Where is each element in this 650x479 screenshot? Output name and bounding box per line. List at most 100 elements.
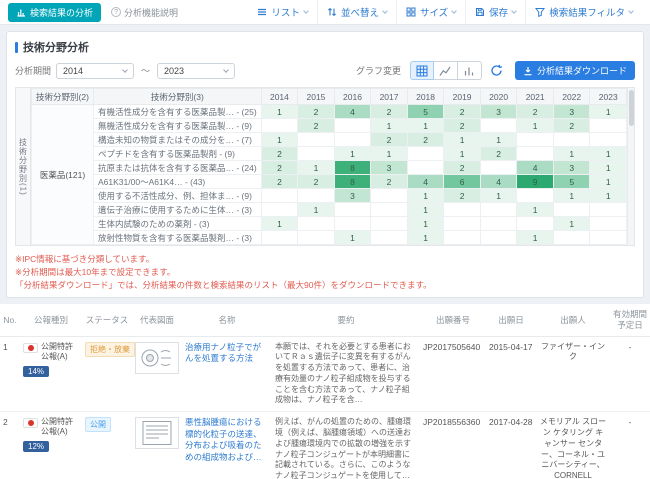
heatmap-scrollbar[interactable]	[627, 88, 634, 245]
heatmap-cell	[517, 147, 554, 161]
chevron-down-icon	[223, 67, 229, 73]
download-results-button[interactable]: 分析結果ダウンロード	[515, 61, 635, 80]
patent-title-link[interactable]: 悪性脳腫瘍における標的化粒子の送達、分布および吸着のための組成物および方法	[185, 417, 269, 463]
results-header: 出願番号	[420, 304, 486, 336]
heatmap-cell	[590, 133, 627, 147]
heatmap-cell: 1	[553, 189, 590, 203]
representative-drawing[interactable]	[135, 417, 179, 449]
heatmap-cell: 1	[371, 119, 408, 133]
chevron-down-icon	[382, 8, 388, 14]
heatmap-row-label: 生体内試験のための薬剤 - (3)	[94, 217, 262, 231]
heatmap-cell: 1	[480, 133, 517, 147]
heatmap-cell: 1	[407, 189, 444, 203]
heatmap-cell: 1	[553, 147, 590, 161]
heatmap-cell: 2	[444, 119, 481, 133]
heatmap-row-label: 遺伝子治療に使用するために生体… - (3)	[94, 203, 262, 217]
heatmap-cell: 5	[407, 105, 444, 119]
heatmap-row: 遺伝子治療に使用するために生体… - (3)111	[32, 203, 627, 217]
representative-drawing[interactable]	[135, 342, 179, 374]
heatmap-cell	[480, 203, 517, 217]
menu-save[interactable]: 保存	[465, 0, 525, 24]
menu-sort[interactable]: 並べ替え	[317, 0, 396, 24]
heatmap-cell	[590, 217, 627, 231]
heatmap-cell	[480, 119, 517, 133]
heatmap-cell	[298, 217, 335, 231]
analysis-notes: ※IPC情報に基づき分類しています。 ※分析期間は最大10年まで設定できます。 …	[15, 253, 635, 291]
analysis-controls: 分析期間 2014 ～ 2023 グラフ変更	[15, 61, 635, 80]
heatmap-row-label: 放射性物質を含有する医薬品製剤… - (3)	[94, 231, 262, 245]
download-results-label: 分析結果ダウンロード	[537, 64, 627, 77]
heatmap-cell	[480, 161, 517, 175]
menu-size[interactable]: サイズ	[396, 0, 465, 24]
status-badge: 拒絶・放棄	[85, 342, 135, 357]
heatmap-row: 構造未知の物質またはその成分を… - (7)12211	[32, 133, 627, 147]
graph-type-line-button[interactable]	[434, 61, 458, 80]
col-header-level2: 技術分野別(2)	[32, 89, 94, 105]
heatmap-cell: 2	[298, 119, 335, 133]
heatmap-cell	[444, 203, 481, 217]
sort-icon	[327, 7, 337, 17]
drawing-cell	[132, 336, 182, 412]
heatmap-cell: 1	[371, 147, 408, 161]
heatmap-cell	[298, 189, 335, 203]
heatmap-cell: 1	[590, 189, 627, 203]
heatmap-cell: 2	[407, 133, 444, 147]
graph-type-table-button[interactable]	[410, 61, 434, 80]
abstract-text: 本願では、それを必要とする患者においてＲａｓ遺伝子に変異を有するがんを処置する方…	[275, 342, 417, 407]
heatmap-cell: 3	[553, 161, 590, 175]
year-header: 2019	[444, 89, 481, 105]
year-header: 2023	[590, 89, 627, 105]
scrollbar-thumb[interactable]	[629, 90, 634, 126]
toolbar-menus: リスト 並べ替え サイズ 保存 検索結果フィルタ	[248, 0, 642, 24]
heatmap-cell	[517, 217, 554, 231]
abstract-cell: 例えば、がんの処置のための、腫瘍環境（例えば、脳腫瘍領域）への送達および腫瘍環境…	[272, 412, 420, 479]
analysis-help-link[interactable]: ? 分析機能説明	[111, 6, 178, 19]
menu-size-label: サイズ	[420, 5, 448, 19]
heatmap-row-label: 無機活性成分を含有する医薬品製… - (9)	[94, 119, 262, 133]
heatmap-cell: 5	[553, 175, 590, 189]
heatmap-area: 技術分野別(1) 技術分野別(2)技術分野別(3)201420152016201…	[15, 87, 635, 246]
heatmap-cell	[407, 147, 444, 161]
analysis-help-label: 分析機能説明	[124, 6, 178, 19]
status-cell: 公開	[82, 412, 132, 479]
japan-flag-icon	[23, 343, 38, 353]
heatmap-cell	[298, 147, 335, 161]
heatmap-cell	[590, 119, 627, 133]
refresh-button[interactable]	[487, 61, 506, 80]
heatmap-cell: 2	[371, 175, 408, 189]
heatmap-cell: 2	[261, 175, 298, 189]
heatmap-row-label: 有機活性成分を含有する医薬品製… - (25)	[94, 105, 262, 119]
bar-chart-icon	[463, 65, 475, 77]
graph-type-group	[410, 61, 482, 80]
graph-type-bar-button[interactable]	[458, 61, 482, 80]
results-table: No.公報種別ステータス代表図面名称要約出願番号出願日出願人有効期間予定日1公開…	[0, 304, 650, 479]
heatmap-cell: 2	[517, 105, 554, 119]
patent-title-link[interactable]: 治療用ナノ粒子でがんを処置する方法	[185, 342, 269, 365]
heatmap-cell	[261, 231, 298, 245]
menu-save-label: 保存	[489, 5, 508, 19]
analyze-results-button[interactable]: 検索結果の分析	[8, 3, 101, 22]
menu-list[interactable]: リスト	[248, 0, 317, 24]
title-cell: 悪性脳腫瘍における標的化粒子の送達、分布および吸着のための組成物および方法	[182, 412, 272, 479]
axis-level1-label: 技術分野別(1)	[16, 88, 31, 245]
period-to-select[interactable]: 2023	[157, 63, 235, 79]
heatmap-cell: 4	[480, 175, 517, 189]
chevron-down-icon	[451, 8, 457, 14]
result-no: 1	[0, 336, 20, 412]
heatmap-cell: 1	[407, 231, 444, 245]
heatmap-cell: 3	[371, 161, 408, 175]
period-from-select[interactable]: 2014	[56, 63, 134, 79]
title-accent-bar	[15, 42, 18, 53]
panel-title-row: 技術分野分析	[15, 39, 635, 55]
heatmap-cell: 2	[298, 175, 335, 189]
heatmap-cell: 4	[517, 161, 554, 175]
menu-filter[interactable]: 検索結果フィルタ	[525, 0, 642, 24]
heatmap-cell: 1	[590, 105, 627, 119]
year-header: 2017	[371, 89, 408, 105]
heatmap-cell: 1	[590, 175, 627, 189]
results-header: 公報種別	[20, 304, 82, 336]
heatmap-cell: 3	[553, 105, 590, 119]
heatmap-row: 医薬品(121)有機活性成分を含有する医薬品製… - (25)124252323…	[32, 105, 627, 119]
heatmap-cell	[553, 231, 590, 245]
heatmap-row-label: 使用する不活性成分、例、担体ま… - (9)	[94, 189, 262, 203]
